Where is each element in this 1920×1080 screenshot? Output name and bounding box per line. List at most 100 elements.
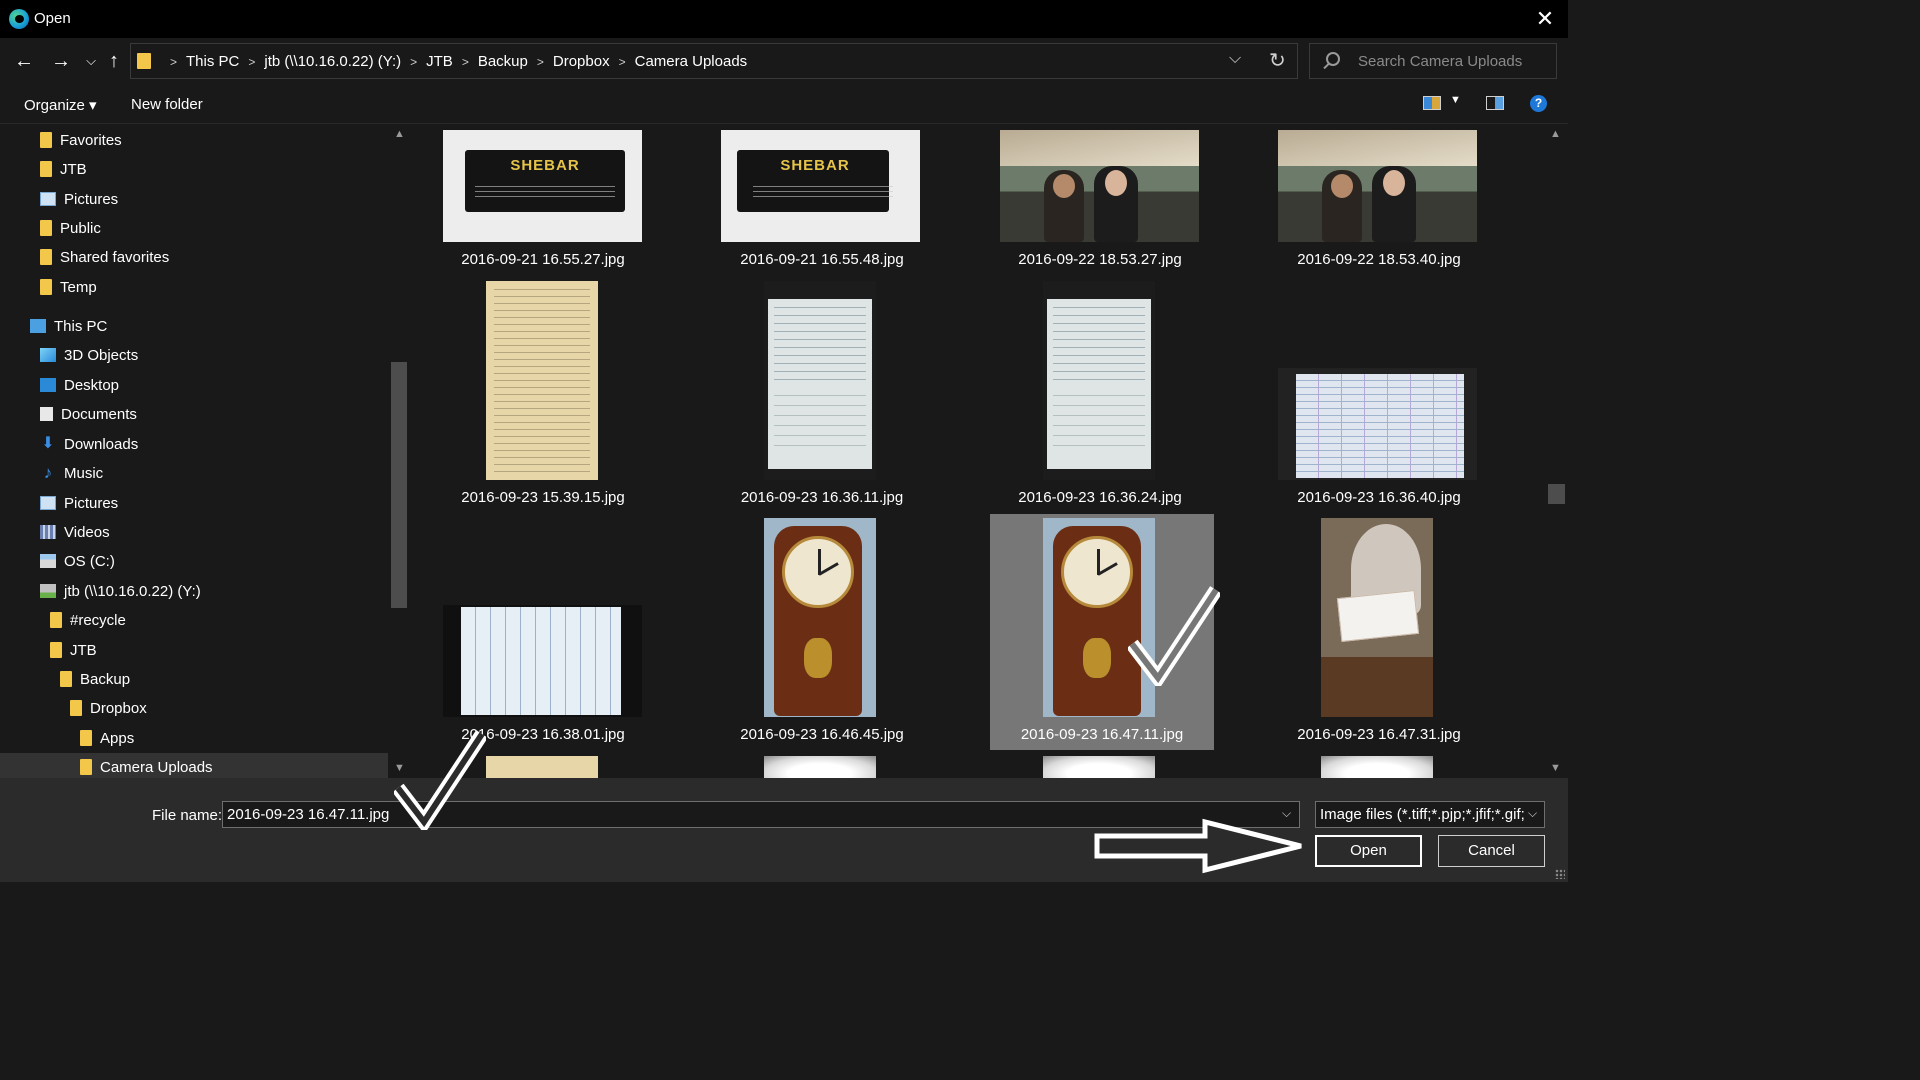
address-bar[interactable]: > This PC > jtb (\\10.16.0.22) (Y:) > JT…	[130, 43, 1298, 79]
search-input[interactable]	[1358, 51, 1548, 71]
clock-face	[1061, 536, 1133, 608]
clock-pendulum	[804, 638, 832, 678]
file-name-label: 2016-09-21 16.55.27.jpg	[461, 251, 625, 268]
nav-scrollbar-thumb[interactable]	[391, 362, 407, 608]
file-tile[interactable]: 2016-09-23 16.36.11.jpg	[710, 277, 934, 513]
scroll-down-icon[interactable]: ▼	[1550, 762, 1561, 774]
nav-item-jtb-folder[interactable]: JTB	[50, 636, 97, 664]
back-arrow-icon[interactable]: ←	[11, 48, 37, 74]
scroll-up-icon[interactable]: ▲	[1550, 128, 1561, 140]
change-view-icon[interactable]	[1423, 96, 1441, 110]
search-box[interactable]	[1309, 43, 1557, 79]
nav-item-label: JTB	[70, 641, 97, 659]
breadcrumb-jtb[interactable]: JTB	[426, 53, 453, 70]
thumbnail-image-partial[interactable]	[764, 756, 876, 778]
preview-pane-icon[interactable]	[1486, 96, 1504, 110]
up-arrow-icon[interactable]: ↑	[101, 48, 127, 74]
file-name-label: 2016-09-22 18.53.27.jpg	[1018, 251, 1182, 268]
file-tile[interactable]: 2016-09-23 16.47.31.jpg	[1267, 514, 1491, 750]
breadcrumb-dropbox[interactable]: Dropbox	[553, 53, 610, 70]
nav-item-videos[interactable]: Videos	[40, 518, 110, 546]
file-name-label: 2016-09-23 16.47.31.jpg	[1297, 726, 1461, 743]
file-tile[interactable]: 2016-09-23 16.46.45.jpg	[710, 514, 934, 750]
breadcrumb-separator-icon[interactable]: >	[537, 55, 544, 69]
breadcrumb-backup[interactable]: Backup	[478, 53, 528, 70]
file-name-label: 2016-09-23 15.39.15.jpg	[461, 489, 625, 506]
downloads-icon: ⬇	[41, 435, 55, 452]
nav-item-os-c[interactable]: OS (C:)	[40, 547, 115, 575]
thumbnail-image-partial[interactable]	[486, 756, 598, 778]
content-scrollbar-thumb[interactable]	[1548, 484, 1565, 504]
nav-item-pictures-pc[interactable]: Pictures	[40, 489, 118, 517]
refresh-icon[interactable]: ↻	[1269, 48, 1286, 73]
nav-item-network-drive[interactable]: jtb (\\10.16.0.22) (Y:)	[40, 577, 201, 605]
view-dropdown-icon[interactable]: ▼	[1450, 94, 1461, 106]
resize-grip-icon[interactable]	[1555, 869, 1565, 879]
cancel-button[interactable]: Cancel	[1438, 835, 1545, 867]
breadcrumb-separator-icon[interactable]: >	[170, 55, 177, 69]
nav-item-pictures[interactable]: Pictures	[40, 185, 118, 213]
file-tile-selected[interactable]: 2016-09-23 16.47.11.jpg	[990, 514, 1220, 750]
folder-icon	[40, 161, 52, 177]
nav-item-downloads[interactable]: ⬇ Downloads	[40, 430, 138, 458]
breadcrumb-camera-uploads[interactable]: Camera Uploads	[635, 53, 748, 70]
nav-item-label: jtb (\\10.16.0.22) (Y:)	[64, 582, 201, 600]
help-icon[interactable]: ?	[1530, 95, 1547, 112]
scroll-up-icon[interactable]: ▲	[394, 128, 405, 140]
sign-lines	[753, 186, 893, 200]
thumbnail-image	[1278, 368, 1477, 480]
address-dropdown-chevron-icon[interactable]: ⌵	[1229, 50, 1241, 68]
documents-icon	[40, 407, 53, 421]
new-folder-button[interactable]: New folder	[131, 96, 203, 113]
nav-item-recycle[interactable]: #recycle	[50, 606, 126, 634]
filter-dropdown-chevron-icon[interactable]: ⌵	[1528, 806, 1537, 821]
thumbnail-image-partial[interactable]	[1321, 756, 1433, 778]
file-tile[interactable]: 2016-09-23 16.36.24.jpg	[988, 277, 1212, 513]
breadcrumb-this-pc[interactable]: This PC	[186, 53, 239, 70]
content-scrollbar[interactable]	[1546, 125, 1568, 778]
nav-item-label: Pictures	[64, 494, 119, 512]
nav-item-label: This PC	[54, 317, 108, 335]
nav-item-music[interactable]: ♪ Music	[40, 459, 103, 487]
close-icon[interactable]: ✕	[1532, 6, 1558, 32]
nav-item-dropbox[interactable]: Dropbox	[70, 694, 147, 722]
nav-item-documents[interactable]: Documents	[40, 400, 137, 428]
price-tag	[1336, 590, 1420, 642]
nav-item-label: Public	[60, 219, 101, 237]
file-name-label: File name:	[152, 807, 223, 824]
file-tile[interactable]: 2016-09-23 15.39.15.jpg	[431, 277, 655, 513]
file-tile[interactable]: 2016-09-23 16.38.01.jpg	[431, 514, 655, 750]
clock-pendulum	[1083, 638, 1111, 678]
nav-item-public[interactable]: Public	[40, 214, 101, 242]
nav-item-3d-objects[interactable]: 3D Objects	[40, 341, 138, 369]
checkmark-annotation-icon	[1128, 586, 1220, 686]
organize-button[interactable]: Organize ▾	[24, 96, 97, 114]
breadcrumb-separator-icon[interactable]: >	[248, 55, 255, 69]
desktop-icon	[40, 378, 56, 392]
file-tile[interactable]: 2016-09-23 16.36.40.jpg	[1267, 277, 1491, 513]
nav-item-shared-favorites[interactable]: Shared favorites	[40, 243, 169, 271]
breadcrumb-separator-icon[interactable]: >	[619, 55, 626, 69]
thumbnail-image-partial[interactable]	[1043, 756, 1155, 778]
nav-item-label: Temp	[60, 278, 97, 296]
file-type-filter-select[interactable]: Image files (*.tiff;*.pjp;*.jfif;*.gif;	[1315, 801, 1545, 828]
nav-item-favorites[interactable]: Favorites	[40, 126, 122, 154]
nav-item-jtb[interactable]: JTB	[40, 155, 87, 183]
nav-item-camera-uploads[interactable]: Camera Uploads	[0, 753, 388, 778]
nav-item-backup[interactable]: Backup	[60, 665, 130, 693]
breadcrumb-separator-icon[interactable]: >	[462, 55, 469, 69]
breadcrumb-separator-icon[interactable]: >	[410, 55, 417, 69]
drive-icon	[40, 554, 56, 568]
person-silhouette	[1322, 170, 1362, 242]
wood-base	[1321, 657, 1433, 717]
forward-arrow-icon[interactable]: →	[48, 48, 74, 74]
sign-brand-text: SHEBAR	[780, 157, 850, 174]
open-button[interactable]: Open	[1315, 835, 1422, 867]
nav-item-desktop[interactable]: Desktop	[40, 371, 119, 399]
nav-item-apps[interactable]: Apps	[80, 724, 134, 752]
nav-item-this-pc[interactable]: This PC	[30, 312, 107, 340]
folder-icon	[50, 612, 62, 628]
breadcrumb-network-drive[interactable]: jtb (\\10.16.0.22) (Y:)	[264, 53, 401, 70]
file-name-label: 2016-09-22 18.53.40.jpg	[1297, 251, 1461, 268]
nav-item-temp[interactable]: Temp	[40, 273, 97, 301]
